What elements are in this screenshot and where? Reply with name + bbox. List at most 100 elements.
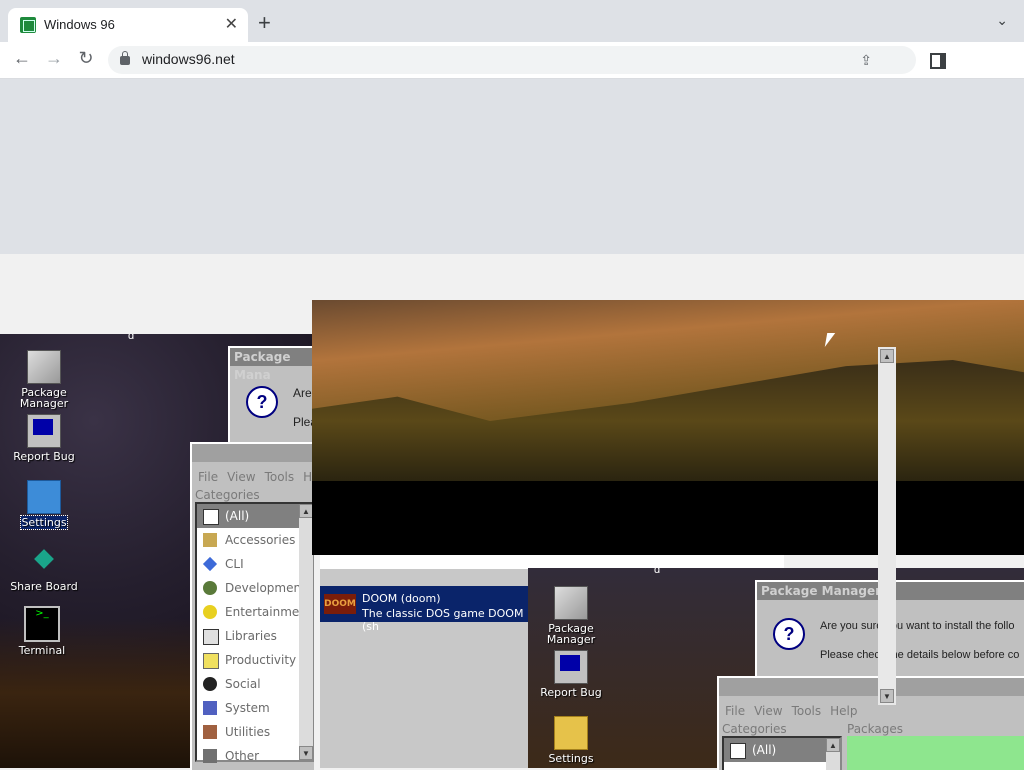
- categories-label: Categories: [722, 722, 787, 736]
- package-icon: [27, 350, 61, 384]
- all-icon: [730, 743, 746, 759]
- settings-folder-icon: [554, 716, 588, 750]
- category-label: (All): [225, 509, 250, 523]
- all-icon: [203, 509, 219, 525]
- menu-file[interactable]: File: [198, 470, 218, 484]
- social-icon: [203, 677, 217, 691]
- desktop-icon-package-manager[interactable]: Package Manager: [532, 586, 610, 645]
- scroll-down-arrow-icon[interactable]: ▼: [880, 689, 894, 703]
- menu-view[interactable]: View: [227, 470, 255, 484]
- package-row-doom[interactable]: DOOM DOOM (doom) The classic DOS game DO…: [320, 586, 530, 633]
- utilities-icon: [203, 725, 217, 739]
- monitor-icon: [554, 650, 588, 684]
- desktop-icon-label: Share Board: [10, 580, 78, 593]
- menu-view[interactable]: View: [754, 704, 782, 718]
- desktop-marker: d: [128, 334, 135, 342]
- category-item[interactable]: (All): [724, 738, 840, 762]
- address-bar[interactable]: windows96.net: [108, 46, 916, 74]
- lock-icon: [120, 51, 130, 65]
- desktop-icon-terminal[interactable]: >_ Terminal: [3, 606, 81, 656]
- desktop-icon-share-board[interactable]: Share Board: [5, 546, 83, 592]
- desktop-icon-label: Report Bug: [540, 686, 602, 699]
- category-list: (All) Accessories CLI Development Entert…: [195, 502, 314, 763]
- menu-tools[interactable]: Tools: [792, 704, 822, 718]
- dialog-line-2: Plea: [293, 415, 314, 429]
- package-icon: [554, 586, 588, 620]
- dialog-line-1: Are: [293, 386, 312, 400]
- share-icon[interactable]: ⇪: [860, 52, 872, 69]
- desktop-icon-report-bug[interactable]: Report Bug: [532, 650, 610, 698]
- desktop-icon-package-manager[interactable]: Package Manager: [5, 350, 83, 409]
- category-item[interactable]: Utilities: [197, 720, 313, 744]
- libraries-icon: [203, 629, 219, 645]
- category-scrollbar[interactable]: ▲: [826, 738, 840, 770]
- development-icon: [203, 581, 217, 595]
- tab-close-icon[interactable]: ✕: [225, 14, 238, 34]
- window-titlebar: [719, 678, 1024, 696]
- category-label: System: [225, 701, 270, 715]
- forward-arrow-icon[interactable]: →: [42, 48, 66, 69]
- white-band: [320, 555, 784, 569]
- category-item[interactable]: Development: [197, 576, 313, 600]
- menu-tools[interactable]: Tools: [265, 470, 295, 484]
- category-label: CLI: [225, 557, 244, 571]
- side-panel-icon[interactable]: [930, 53, 946, 69]
- category-label: Social: [225, 677, 261, 691]
- category-label: Productivity: [225, 653, 297, 667]
- back-arrow-icon[interactable]: ←: [10, 48, 34, 69]
- desktop-icon-label: Terminal: [18, 644, 66, 657]
- browser-toolbar: ← → ↻ windows96.net ⇪: [0, 42, 1024, 78]
- dialog-line-2: Please check the details below before co: [820, 649, 1020, 661]
- question-icon: ?: [246, 386, 278, 418]
- browser-tab[interactable]: Windows 96 ✕: [8, 8, 248, 42]
- category-item[interactable]: Other: [197, 744, 313, 768]
- url-text[interactable]: windows96.net: [142, 51, 235, 67]
- desktop-icon-label: Package Manager: [19, 386, 69, 410]
- packages-label: Packages: [847, 722, 903, 736]
- entertainment-icon: [203, 605, 217, 619]
- window-titlebar: [192, 444, 314, 462]
- menu-bar: File View Tools Help: [725, 704, 867, 718]
- package-manager-dialog: Package Mana ? Are Plea: [228, 346, 314, 446]
- scroll-up-arrow-icon[interactable]: ▲: [880, 349, 894, 363]
- menu-help[interactable]: Help: [830, 704, 857, 718]
- desktop-icon-report-bug[interactable]: Report Bug: [5, 414, 83, 462]
- category-label: (All): [752, 743, 777, 757]
- package-manager-window: FileViewToolsHe Categories (All) Accesso…: [190, 442, 314, 770]
- mountain-ridge: [312, 360, 1024, 482]
- scroll-down-arrow-icon[interactable]: ▼: [299, 746, 313, 760]
- system-icon: [203, 701, 217, 715]
- desktop-icon-label: Settings: [548, 752, 594, 765]
- category-item[interactable]: Accessories: [197, 528, 313, 552]
- category-item[interactable]: Social: [197, 672, 313, 696]
- black-band: [312, 481, 1024, 555]
- category-item[interactable]: Libraries: [197, 624, 313, 648]
- category-list: (All) ▲: [722, 736, 842, 770]
- category-item[interactable]: CLI: [197, 552, 313, 576]
- scroll-up-arrow-icon[interactable]: ▲: [826, 738, 840, 752]
- terminal-icon: >_: [24, 606, 60, 642]
- category-item[interactable]: (All): [197, 504, 313, 528]
- doom-logo-icon: DOOM: [324, 594, 356, 614]
- scroll-up-arrow-icon[interactable]: ▲: [299, 504, 313, 518]
- desktop-icon-settings[interactable]: Settings: [5, 480, 83, 530]
- new-tab-button[interactable]: +: [258, 10, 271, 36]
- desktop-icon-settings[interactable]: Settings: [532, 716, 610, 764]
- package-name: DOOM (doom): [362, 592, 441, 605]
- windows96-favicon-icon: [20, 17, 36, 33]
- package-manager-window-front: File View Tools Help Categories Packages (A…: [717, 676, 1024, 770]
- overlay-scrollbar[interactable]: ▲ ▼: [878, 347, 896, 705]
- packages-list[interactable]: [847, 736, 1024, 770]
- category-item[interactable]: System: [197, 696, 313, 720]
- category-item[interactable]: Productivity: [197, 648, 313, 672]
- accessories-icon: [203, 533, 217, 547]
- category-label: Accessories: [225, 533, 296, 547]
- desktop-marker: d: [654, 568, 661, 576]
- reload-icon[interactable]: ↻: [74, 48, 98, 69]
- category-scrollbar[interactable]: ▲ ▼: [299, 504, 313, 760]
- category-item[interactable]: Entertainment: [197, 600, 313, 624]
- tab-search-chevron-icon[interactable]: ⌄: [996, 12, 1008, 29]
- menu-file[interactable]: File: [725, 704, 745, 718]
- dialog-line-1: Are you sure you want to install the fol…: [820, 620, 1015, 632]
- productivity-icon: [203, 653, 219, 669]
